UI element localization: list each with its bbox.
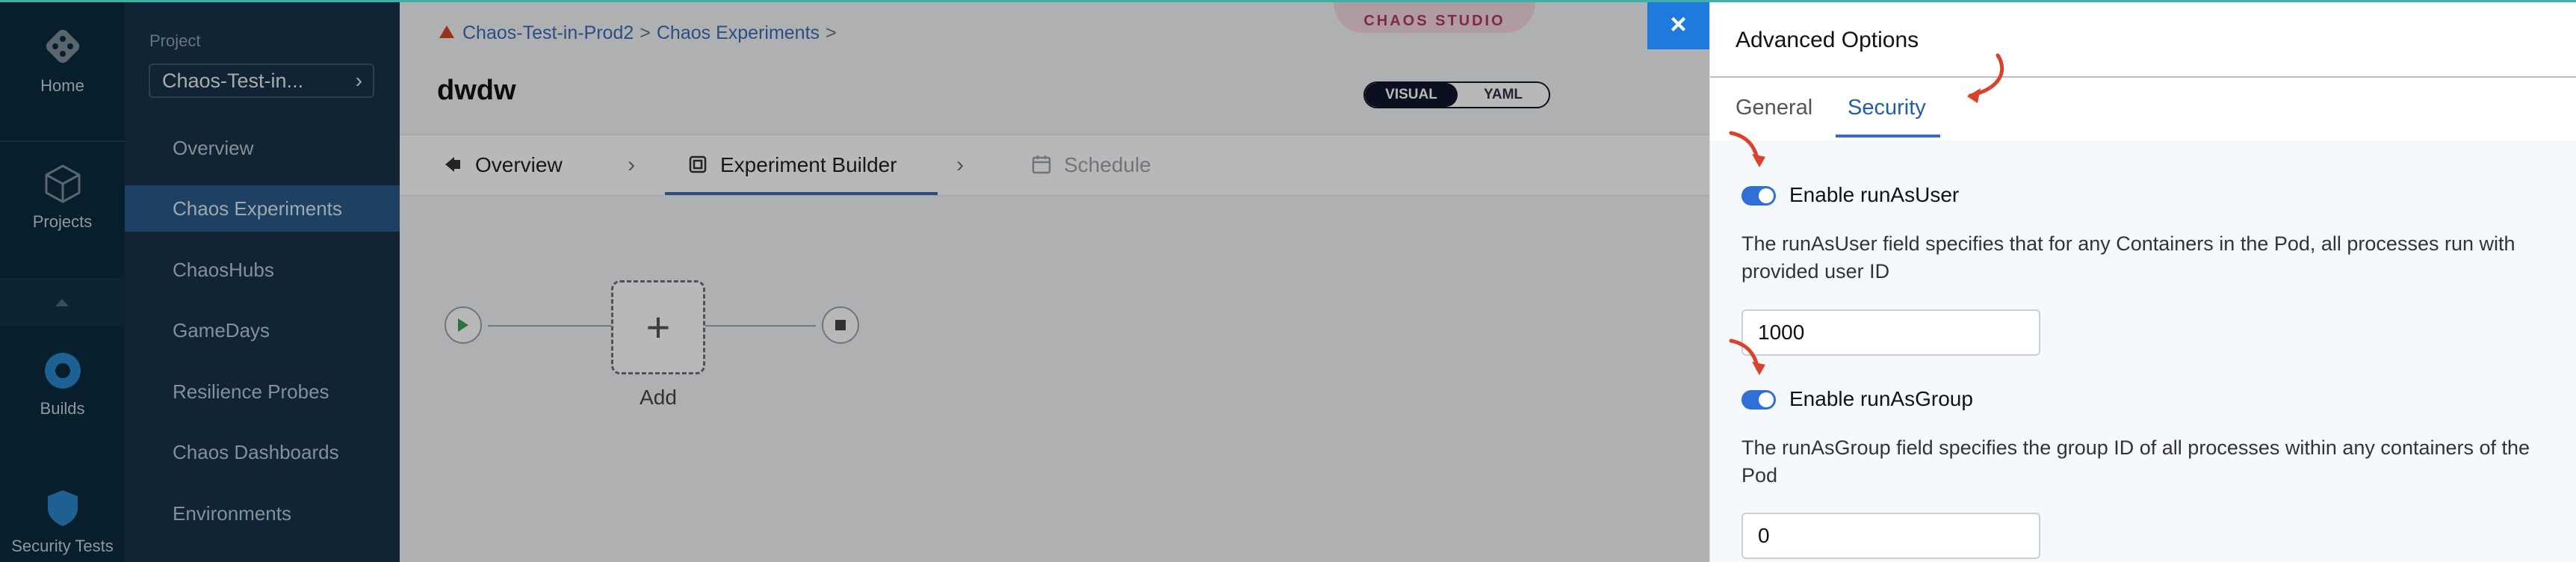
run-as-group-description: The runAsGroup field specifies the group… xyxy=(1741,436,2530,487)
annotation-arrow-icon xyxy=(1729,339,1765,375)
advanced-options-drawer: Advanced Options General Security Enable… xyxy=(1709,0,2576,562)
drawer-divider xyxy=(1710,76,2576,78)
run-as-group-toggle[interactable] xyxy=(1741,390,1776,410)
run-as-user-label: Enable runAsUser xyxy=(1789,183,1960,206)
modal-backdrop[interactable] xyxy=(0,0,1709,562)
toggle-knob xyxy=(1759,392,1774,407)
close-drawer-button[interactable]: × xyxy=(1647,0,1709,49)
run-as-group-label: Enable runAsGroup xyxy=(1789,387,1973,410)
run-as-user-description: The runAsUser field specifies that for a… xyxy=(1741,232,2515,282)
tab-general[interactable]: General xyxy=(1736,96,1812,120)
toggle-knob xyxy=(1759,188,1774,203)
run-as-user-input[interactable] xyxy=(1741,309,2040,356)
security-panel: Enable runAsUser The runAsUser field spe… xyxy=(1710,131,2576,562)
active-tab-underline xyxy=(1836,135,1940,138)
run-as-group-input[interactable] xyxy=(1741,513,2040,559)
annotation-arrow-icon xyxy=(1729,131,1765,167)
tab-security[interactable]: Security xyxy=(1848,96,1926,120)
annotation-arrow-icon xyxy=(1967,53,2004,103)
close-icon: × xyxy=(1670,9,1687,40)
top-accent-line xyxy=(0,0,2576,2)
run-as-user-toggle[interactable] xyxy=(1741,186,1776,206)
drawer-title: Advanced Options xyxy=(1736,28,1919,52)
